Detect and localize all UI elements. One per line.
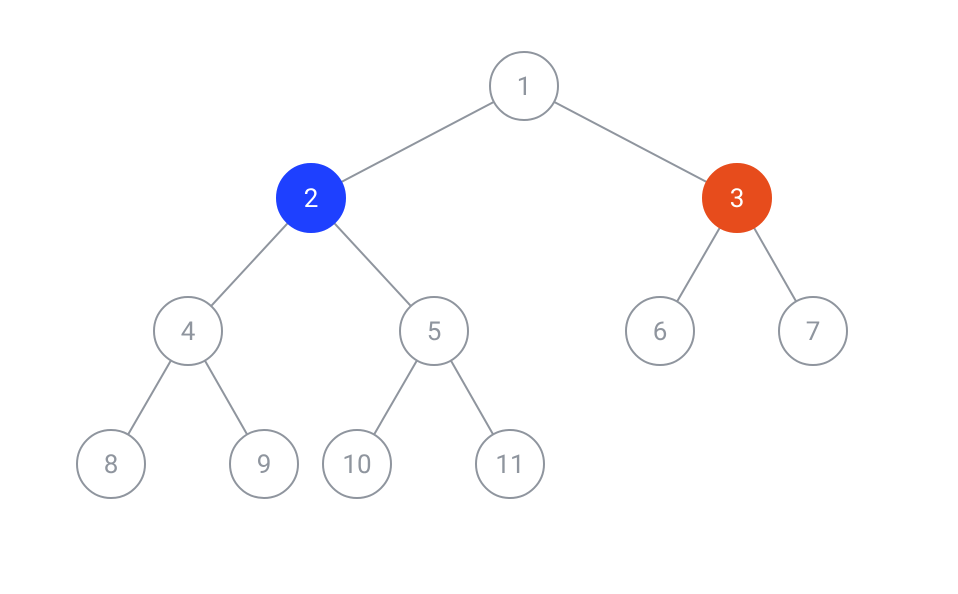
tree-edge: [374, 360, 417, 434]
tree-node: 8: [77, 430, 145, 498]
tree-node: 2: [277, 164, 345, 232]
tree-node-label: 10: [342, 450, 371, 480]
tree-node-label: 11: [495, 450, 524, 480]
tree-edge: [341, 102, 494, 182]
tree-edge: [211, 223, 288, 306]
tree-edge: [205, 361, 247, 435]
tree-node-label: 4: [181, 317, 196, 347]
tree-node: 10: [323, 430, 391, 498]
tree-edge: [554, 102, 707, 182]
tree-node-label: 2: [304, 184, 319, 214]
tree-edges: [128, 102, 796, 435]
tree-edge: [451, 361, 493, 435]
tree-node-label: 7: [806, 317, 821, 347]
tree-node-label: 6: [653, 317, 668, 347]
tree-node: 7: [779, 297, 847, 365]
tree-edge: [754, 228, 796, 302]
tree-node-label: 8: [104, 450, 119, 480]
tree-node: 3: [703, 164, 771, 232]
tree-node-label: 3: [730, 184, 745, 214]
tree-edge: [128, 360, 171, 434]
tree-edge: [677, 227, 720, 301]
tree-node-label: 1: [517, 72, 532, 102]
tree-node-label: 9: [257, 450, 272, 480]
tree-node: 6: [626, 297, 694, 365]
tree-node-label: 5: [427, 317, 442, 347]
tree-node: 5: [400, 297, 468, 365]
tree-diagram: 1 2 3 4 5 6 7 8 9 10 11: [0, 0, 958, 594]
tree-node: 4: [154, 297, 222, 365]
tree-node: 11: [476, 430, 544, 498]
tree-edge: [334, 223, 411, 306]
tree-node: 1: [490, 52, 558, 120]
tree-node: 9: [230, 430, 298, 498]
